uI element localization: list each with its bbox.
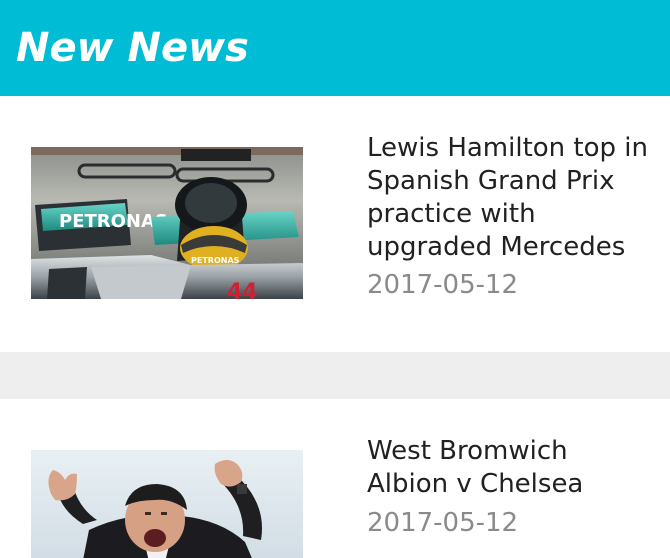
manager-celebrating-photo bbox=[31, 450, 303, 558]
list-divider bbox=[0, 352, 670, 399]
news-list-item[interactable]: West Bromwich Albion v Chelsea 2017-05-1… bbox=[0, 399, 670, 558]
helmet-sponsor-text: PETRONAS bbox=[191, 256, 240, 265]
news-date: 2017-05-12 bbox=[367, 270, 519, 300]
app-title: New News bbox=[16, 25, 249, 71]
news-headline: West Bromwich Albion v Chelsea bbox=[367, 436, 584, 499]
petronas-text: PETRONAS bbox=[59, 211, 168, 232]
car-number-text: 44 bbox=[227, 280, 258, 299]
app-bar: New News bbox=[0, 0, 670, 96]
news-date: 2017-05-12 bbox=[367, 508, 519, 538]
news-headline: Lewis Hamilton top in Spanish Grand Prix… bbox=[367, 133, 648, 262]
news-list-item[interactable]: PETRONAS PETRONAS 44 Lewis Hamilton top … bbox=[0, 96, 670, 352]
f1-car-photo: PETRONAS PETRONAS 44 bbox=[31, 147, 303, 299]
